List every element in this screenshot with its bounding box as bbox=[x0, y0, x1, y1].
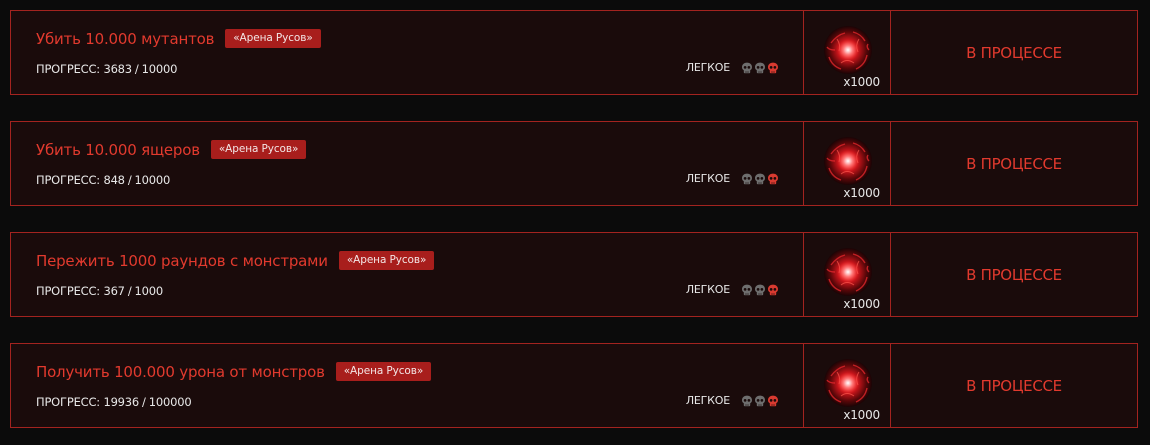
quest-card[interactable]: Пережить 1000 раундов с монстрами «Арена… bbox=[10, 232, 1138, 317]
arena-tag: «Арена Русов» bbox=[338, 251, 435, 270]
red-orb-icon bbox=[823, 25, 873, 75]
reward-count: x1000 bbox=[843, 408, 880, 422]
progress-label: ПРОГРЕСС: bbox=[36, 62, 100, 76]
progress-total: 1000 bbox=[134, 284, 164, 298]
reward-cell: x1000 bbox=[804, 11, 891, 94]
red-orb-icon bbox=[823, 247, 873, 297]
reward-count: x1000 bbox=[843, 186, 880, 200]
skull-icon bbox=[754, 395, 766, 407]
progress-separator: / bbox=[127, 173, 132, 187]
quest-info: Убить 10.000 мутантов «Арена Русов» ПРОГ… bbox=[11, 11, 804, 94]
quest-title: Убить 10.000 ящеров bbox=[36, 140, 200, 159]
progress-total: 10000 bbox=[134, 173, 171, 187]
quest-info: Убить 10.000 ящеров «Арена Русов» ПРОГРЕ… bbox=[11, 122, 804, 205]
progress-label: ПРОГРЕСС: bbox=[36, 284, 100, 298]
skull-icon bbox=[741, 395, 753, 407]
skull-icon bbox=[754, 62, 766, 74]
quest-card[interactable]: Убить 10.000 ящеров «Арена Русов» ПРОГРЕ… bbox=[10, 121, 1138, 206]
progress-separator: / bbox=[127, 284, 132, 298]
reward-cell: x1000 bbox=[804, 344, 891, 427]
quest-progress: ПРОГРЕСС: 3683/10000 bbox=[36, 62, 177, 76]
quest-card[interactable]: Получить 100.000 урона от монстров «Арен… bbox=[10, 343, 1138, 428]
reward-count: x1000 bbox=[843, 75, 880, 89]
arena-tag: «Арена Русов» bbox=[225, 29, 321, 48]
quest-title: Получить 100.000 урона от монстров bbox=[36, 362, 325, 381]
difficulty-indicator: ЛЕГКОЕ bbox=[686, 283, 779, 296]
status-button[interactable]: В ПРОЦЕССЕ bbox=[891, 233, 1137, 316]
difficulty-indicator: ЛЕГКОЕ bbox=[686, 61, 779, 74]
skull-icon bbox=[767, 62, 779, 74]
quest-title: Пережить 1000 раундов с монстрами bbox=[36, 251, 328, 270]
red-orb-icon bbox=[823, 358, 873, 408]
skull-icon bbox=[741, 173, 753, 185]
quest-title-row: Пережить 1000 раундов с монстрами «Арена… bbox=[36, 251, 435, 270]
progress-current: 367 bbox=[103, 284, 125, 298]
arena-tag: «Арена Русов» bbox=[210, 140, 307, 159]
quest-title-row: Получить 100.000 урона от монстров «Арен… bbox=[36, 362, 432, 381]
arena-tag: «Арена Русов» bbox=[335, 362, 432, 381]
quest-progress: ПРОГРЕСС: 848/10000 bbox=[36, 173, 170, 187]
red-orb-icon bbox=[823, 136, 873, 186]
difficulty-label: ЛЕГКОЕ bbox=[685, 172, 730, 185]
progress-total: 10000 bbox=[141, 62, 178, 76]
skull-icon bbox=[754, 284, 766, 296]
skull-icon bbox=[741, 284, 753, 296]
skull-icon bbox=[767, 395, 779, 407]
status-button[interactable]: В ПРОЦЕССЕ bbox=[891, 344, 1137, 427]
skull-icon bbox=[741, 62, 753, 74]
skull-icon bbox=[754, 173, 766, 185]
progress-label: ПРОГРЕСС: bbox=[36, 395, 100, 409]
reward-cell: x1000 bbox=[804, 233, 891, 316]
difficulty-indicator: ЛЕГКОЕ bbox=[686, 172, 779, 185]
reward-cell: x1000 bbox=[804, 122, 891, 205]
status-button[interactable]: В ПРОЦЕССЕ bbox=[891, 11, 1137, 94]
progress-separator: / bbox=[134, 62, 139, 76]
progress-current: 848 bbox=[103, 173, 125, 187]
progress-separator: / bbox=[142, 395, 146, 409]
difficulty-label: ЛЕГКОЕ bbox=[685, 283, 730, 296]
difficulty-indicator: ЛЕГКОЕ bbox=[686, 394, 779, 407]
quest-title-row: Убить 10.000 ящеров «Арена Русов» bbox=[36, 140, 307, 159]
skull-icon bbox=[767, 284, 779, 296]
quest-title-row: Убить 10.000 мутантов «Арена Русов» bbox=[36, 29, 321, 48]
difficulty-label: ЛЕГКОЕ bbox=[685, 394, 730, 407]
quest-info: Пережить 1000 раундов с монстрами «Арена… bbox=[11, 233, 804, 316]
quest-card[interactable]: Убить 10.000 мутантов «Арена Русов» ПРОГ… bbox=[10, 10, 1138, 95]
quest-list: Убить 10.000 мутантов «Арена Русов» ПРОГ… bbox=[0, 0, 1150, 445]
quest-progress: ПРОГРЕСС: 367/1000 bbox=[36, 284, 163, 298]
quest-progress: ПРОГРЕСС: 19936/100000 bbox=[36, 395, 192, 409]
progress-label: ПРОГРЕСС: bbox=[36, 173, 100, 187]
skull-icon bbox=[767, 173, 779, 185]
progress-current: 19936 bbox=[103, 395, 140, 409]
progress-current: 3683 bbox=[103, 62, 132, 76]
reward-count: x1000 bbox=[843, 297, 880, 311]
difficulty-label: ЛЕГКОЕ bbox=[685, 61, 730, 74]
progress-total: 100000 bbox=[148, 395, 192, 409]
quest-title: Убить 10.000 мутантов bbox=[36, 29, 215, 48]
quest-info: Получить 100.000 урона от монстров «Арен… bbox=[11, 344, 804, 427]
status-button[interactable]: В ПРОЦЕССЕ bbox=[891, 122, 1137, 205]
